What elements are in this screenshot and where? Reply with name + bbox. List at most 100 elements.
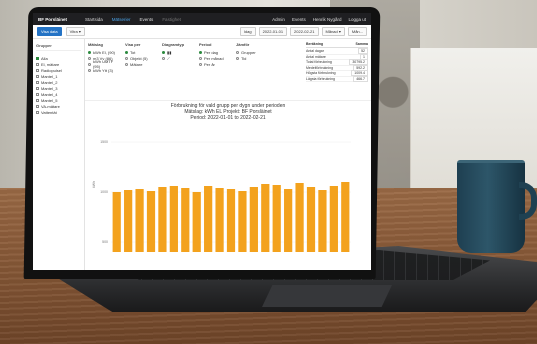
radio-button[interactable] [236, 56, 239, 60]
group-checkbox[interactable] [36, 86, 39, 90]
brand[interactable]: BF Porsläinet [38, 17, 67, 22]
group-label: El, mätare [41, 61, 60, 67]
nav-item-events[interactable]: Events [140, 17, 154, 22]
filter-option-label: Per år [204, 61, 215, 67]
bar[interactable] [318, 190, 327, 252]
group-label: VA-mätare [41, 103, 60, 109]
bar[interactable] [295, 183, 304, 252]
stats-label: Total förbrukning [306, 60, 332, 65]
radio-button[interactable] [162, 56, 165, 60]
bar[interactable] [329, 186, 338, 252]
filter-option-label: ▮▮ [167, 49, 172, 55]
stats-label: Lägsta förbrukning [306, 76, 335, 81]
radio-button[interactable] [236, 50, 239, 54]
nav-admin[interactable]: Admin [272, 17, 285, 22]
date-from-input[interactable]: 2022-01-01 [258, 27, 288, 36]
y-tick-label: 500 [102, 240, 108, 244]
bar[interactable] [261, 184, 270, 252]
radio-button[interactable] [88, 68, 91, 72]
filter-column: Diagramtyp ▮▮ ⟋ [162, 42, 194, 97]
group-checkbox[interactable] [36, 62, 39, 66]
group-label: Alla [41, 55, 48, 61]
laptop-screen: BF Porsläinet Startsida Mätserier Events… [33, 13, 371, 270]
bar[interactable] [204, 186, 213, 252]
bar[interactable] [146, 191, 156, 252]
bar[interactable] [135, 189, 144, 252]
bar[interactable] [169, 186, 178, 252]
bar[interactable] [249, 187, 258, 252]
group-checkbox[interactable] [36, 80, 39, 84]
filter-option-label: kWh Ytt (3) [93, 67, 113, 73]
filter-column: Visa per Tot Objekt (5) Mätare [125, 42, 157, 97]
radio-button[interactable] [88, 50, 91, 54]
radio-button[interactable] [162, 50, 165, 54]
filter-option-label: Mätare [130, 61, 143, 67]
date-to-input[interactable]: 2022-02-21 [290, 27, 319, 36]
nav-item-startsida[interactable]: Startsida [85, 17, 103, 22]
radio-button[interactable] [125, 50, 128, 54]
radio-button[interactable] [199, 62, 202, 66]
stats-rows: Antal dagar 52 Antal mätare 1 Total förbrukn… [306, 48, 368, 82]
extra-select[interactable]: Mån... [347, 27, 367, 36]
bar[interactable] [215, 188, 224, 252]
filter-title: Visa per [125, 42, 141, 47]
show-data-button[interactable]: Visa data [37, 27, 62, 36]
group-checkbox[interactable] [36, 104, 39, 108]
bar[interactable] [341, 182, 350, 252]
filter-option-label: Grupper [241, 49, 256, 55]
filter-option[interactable]: Tid [236, 55, 268, 61]
stats-header-right: Samma [355, 42, 368, 46]
top-navbar: BF Porsläinet Startsida Mätserier Events… [33, 13, 371, 25]
filter-option[interactable]: ⟋ [162, 55, 194, 61]
bar[interactable] [158, 187, 167, 252]
nav-logout[interactable]: Logga ut [348, 17, 366, 22]
y-axis-label: kWh [92, 181, 96, 188]
today-button[interactable]: Idag [239, 27, 256, 36]
bar[interactable] [192, 192, 201, 252]
content: Grupper Alla El, mätare Radiopulsel Mantel_… [33, 39, 371, 270]
radio-button[interactable] [125, 56, 128, 60]
group-checkbox[interactable] [36, 68, 39, 72]
radio-button[interactable] [88, 62, 91, 66]
bar[interactable] [306, 187, 316, 252]
filter-title: Diagramtyp [162, 42, 185, 47]
bar[interactable] [238, 191, 247, 252]
bar[interactable] [284, 189, 293, 252]
chart-title-line-3: Period: 2022-01-01 to 2022-02-21 [190, 115, 266, 121]
group-checkbox[interactable] [36, 56, 39, 60]
group-checkbox[interactable] [36, 74, 39, 78]
nav-item-matserier[interactable]: Mätserier [112, 17, 131, 22]
bar[interactable] [272, 185, 281, 252]
laptop-touchpad [262, 285, 392, 307]
bar[interactable] [226, 189, 236, 252]
nav-events-right[interactable]: Events [292, 17, 306, 22]
filter-option[interactable]: Per år [199, 61, 231, 67]
group-checkbox[interactable] [36, 110, 39, 114]
bar[interactable] [124, 190, 133, 252]
group-checkbox[interactable] [36, 98, 39, 102]
nav-item-fastighet[interactable]: Fastighet [162, 17, 181, 22]
group-item[interactable]: Vattentät [36, 109, 81, 115]
stats-label: Medelförbrukning [306, 65, 334, 70]
filter-title: Period [199, 42, 212, 47]
groups-heading: Grupper [36, 43, 81, 51]
filter-option[interactable]: kWh UMTF (95) [88, 59, 120, 69]
group-checkbox[interactable] [36, 92, 39, 96]
groups-sidebar: Grupper Alla El, mätare Radiopulsel Mantel_… [33, 39, 85, 270]
nav-user[interactable]: Henrik Nygård [313, 17, 342, 22]
filter-option-label: ⟋ [167, 55, 170, 61]
radio-button[interactable] [88, 56, 91, 60]
bar[interactable] [112, 192, 121, 252]
bar[interactable] [181, 188, 190, 252]
group-label: Mantel_2 [41, 79, 58, 85]
period-select[interactable]: Månad ▾ [321, 27, 345, 36]
view-select[interactable]: Vitra ▾ [65, 27, 85, 36]
radio-button[interactable] [125, 62, 128, 66]
filter-option[interactable]: Mätare [125, 61, 157, 67]
radio-button[interactable] [199, 56, 202, 60]
radio-button[interactable] [199, 50, 202, 54]
stats-value: 466.7 [353, 75, 368, 82]
filter-columns: Mätslag kWh El, (90) m3 Vv (86) kWh UMTF (9… [88, 42, 268, 97]
group-label: Mantel_5 [41, 97, 58, 103]
filter-option-label: Per månad [204, 55, 224, 61]
